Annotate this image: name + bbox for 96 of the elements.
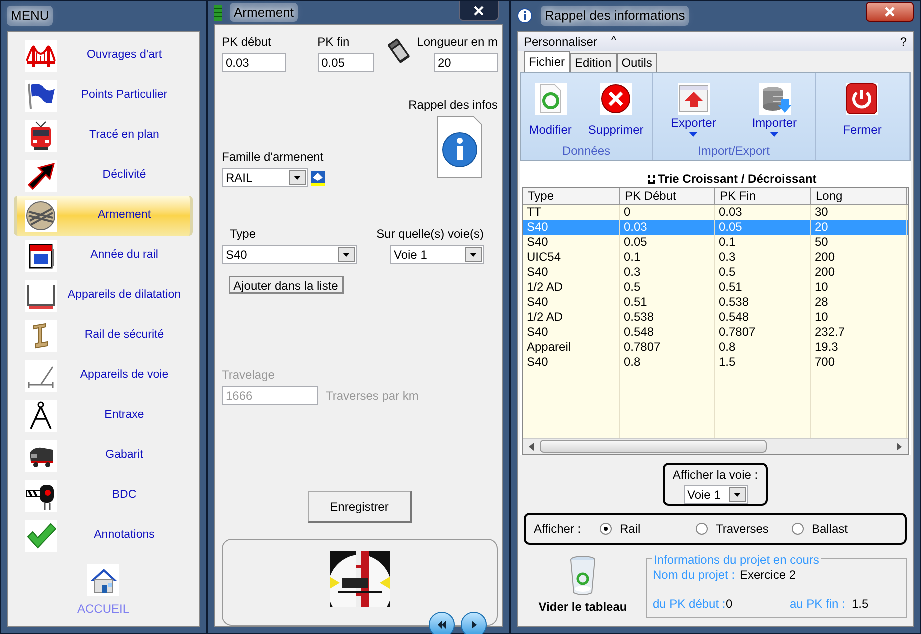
field-value: 0 [726, 596, 734, 613]
column-header[interactable]: PK Début [620, 188, 715, 204]
menu-item[interactable]: Déclivité [14, 156, 193, 196]
field-label: Travelage [222, 367, 276, 384]
ladder-icon [214, 4, 222, 20]
menu-button[interactable]: Personnaliser [524, 32, 598, 50]
power-icon [846, 83, 878, 115]
input-field[interactable]: 20 [434, 53, 498, 72]
menu-item[interactable]: Tracé en plan [14, 116, 193, 156]
ribbon-button[interactable]: Exporter [670, 83, 716, 137]
add-button[interactable]: Ajouter dans la liste [229, 276, 344, 294]
field-label: Afficher la voie : [672, 467, 758, 484]
checkmark-icon [26, 521, 56, 551]
ribbon-tab[interactable]: Fichier [524, 51, 570, 72]
ribbon-button[interactable]: Importer [752, 83, 797, 137]
menu-item[interactable]: Entraxe [14, 396, 193, 436]
save-button[interactable]: Enregistrer [308, 491, 412, 523]
ribbon-tab[interactable]: Edition [570, 53, 617, 72]
field-value: 1.5 [852, 596, 869, 613]
menu-item[interactable]: Annotations [14, 516, 193, 556]
delete-icon [600, 83, 632, 115]
ribbon-button[interactable]: Supprimer [588, 83, 644, 137]
clear-table-button[interactable]: Vider le tableau [524, 553, 642, 618]
radio-label: Traverses [716, 521, 769, 538]
info-icon [517, 8, 533, 24]
dropdown-field[interactable]: S40 [222, 245, 357, 264]
menu-item[interactable]: BDC [14, 476, 193, 516]
radio-button[interactable] [696, 523, 708, 535]
play-icon [469, 620, 479, 630]
menu-item[interactable]: Appareils de voie [14, 356, 193, 396]
menu-item[interactable]: Appareils de dilatation [14, 276, 193, 316]
collapse-button[interactable]: ^ [611, 33, 886, 50]
group-label: Import/Export [696, 144, 772, 160]
menu-item[interactable]: Armement [14, 196, 193, 236]
radio-button[interactable] [600, 523, 612, 535]
left-arrow-icon [529, 442, 534, 450]
arrow-icon [26, 161, 56, 191]
caret-icon [294, 176, 301, 180]
next-button[interactable] [461, 612, 487, 634]
rewind-icon [437, 620, 447, 630]
table-cell: 1.5 [715, 355, 811, 370]
close-icon [885, 7, 895, 17]
field-label: Type [229, 226, 258, 243]
menu-item[interactable]: Année du rail [14, 236, 193, 276]
menu-item[interactable]: Rail de sécurité [14, 316, 193, 356]
field-label: PK fin [318, 34, 351, 51]
help-button[interactable]: ? [900, 32, 907, 50]
column-header[interactable]: Long [811, 188, 907, 204]
table-cell: 0.8 [620, 355, 715, 370]
ribbon-tab[interactable]: Outils [616, 53, 658, 72]
field-label: Traverses par km [326, 388, 419, 404]
ribbon-button[interactable]: Modifier [529, 83, 572, 137]
dropdown-field[interactable]: Voie 1 [390, 245, 484, 264]
export-icon [678, 83, 710, 115]
field-value: Exercice 2 [740, 567, 796, 584]
table-cell: 700 [811, 355, 907, 370]
menu-item[interactable]: Ouvrages d'art [14, 36, 193, 76]
sort-button[interactable]: Trie Croissant / Décroissant [658, 170, 817, 188]
input-field[interactable]: 0.03 [222, 53, 286, 72]
caret-icon [343, 252, 350, 256]
column-header[interactable]: Type [523, 188, 620, 204]
rails-icon [26, 201, 56, 231]
caret-icon [734, 492, 740, 496]
close-button[interactable] [459, 1, 499, 21]
sort-icon [648, 174, 655, 184]
field-label: du PK début : [653, 596, 726, 613]
close-button[interactable] [866, 2, 914, 22]
dropdown-field[interactable]: RAIL [222, 168, 308, 187]
group-label: Données [561, 144, 612, 160]
close-icon [474, 6, 484, 16]
field-label: Rappel des infos [408, 97, 498, 114]
recycle-icon [534, 83, 567, 115]
table-cell: S40 [523, 355, 620, 370]
menu-item[interactable]: Gabarit [14, 436, 193, 476]
rewind-button[interactable] [429, 612, 455, 634]
menu-item[interactable]: Points Particulier [14, 76, 193, 116]
input-field[interactable]: 0.05 [318, 53, 374, 72]
caret-icon [470, 252, 477, 256]
field-label: Famille d'armenent [222, 149, 325, 166]
right-arrow-icon [897, 442, 902, 450]
horizontal-scrollbar[interactable] [523, 438, 908, 454]
field-label: Longueur en m [417, 34, 498, 51]
radio-label: Ballast [812, 521, 848, 538]
field-label: au PK fin : [790, 596, 846, 613]
field-label: Afficher : [534, 521, 582, 538]
column-header[interactable]: PK Fin [715, 188, 811, 204]
info-document-icon [436, 116, 484, 180]
radio-label: Rail [620, 521, 641, 538]
database-icon [758, 83, 791, 115]
logo-drawing [330, 551, 390, 607]
flag-icon [26, 81, 56, 111]
dropdown-field[interactable]: Voie 1 [684, 485, 748, 504]
field-label: PK début [222, 34, 272, 51]
field-label: Nom du projet : [653, 567, 736, 584]
field-label: Sur quelle(s) voie(s) [376, 226, 484, 243]
radio-button[interactable] [792, 523, 804, 535]
